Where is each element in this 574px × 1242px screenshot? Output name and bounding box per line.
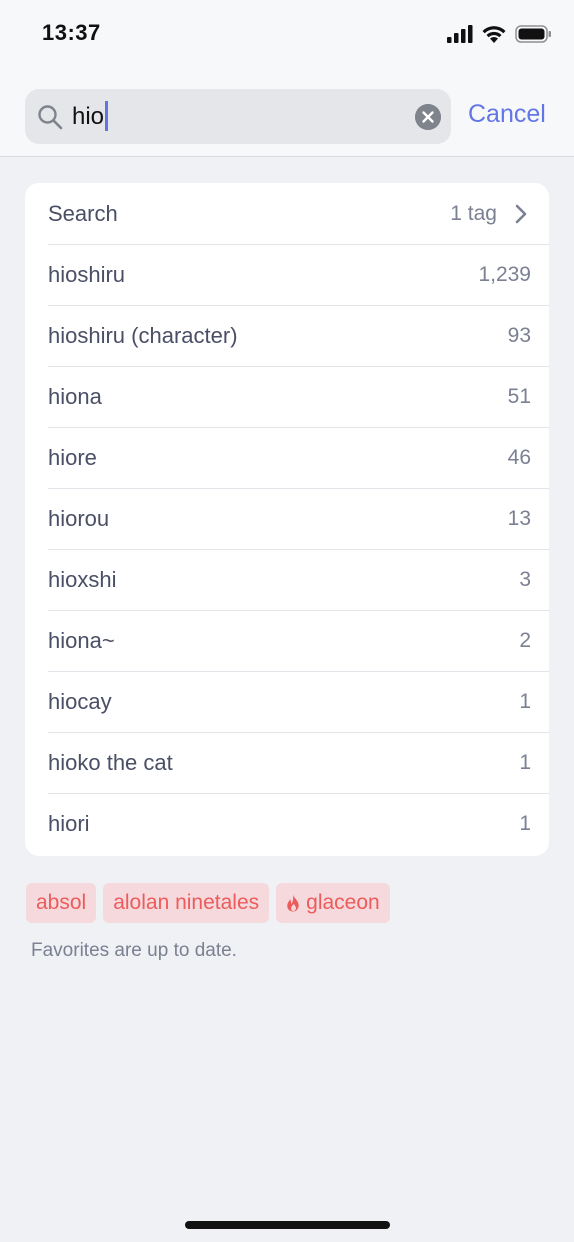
search-row-count: 1 tag [450, 201, 497, 225]
row-divider [48, 488, 549, 489]
results-list: Search 1 tag hioshiru 1,239 hioshiru (ch… [25, 183, 549, 856]
search-icon [38, 105, 63, 130]
row-divider [48, 366, 549, 367]
tag-row[interactable]: hiona 51 [25, 366, 549, 427]
tag-row[interactable]: hioshiru (character) 93 [25, 305, 549, 366]
text-caret [105, 100, 109, 131]
tag-name: hiori [48, 811, 90, 836]
chip-label: absol [36, 891, 87, 914]
chip-label: alolan ninetales [113, 891, 260, 914]
tag-name: hiona [48, 384, 102, 409]
tag-count: 93 [507, 324, 531, 347]
status-bar: 13:37 [0, 0, 574, 70]
row-divider [48, 610, 549, 611]
tag-name: hioko the cat [48, 750, 173, 775]
home-indicator[interactable] [185, 1221, 390, 1229]
search-query-text: hio [72, 103, 105, 130]
search-input[interactable]: hio [72, 89, 109, 144]
tag-row[interactable]: hiona~ 2 [25, 610, 549, 671]
tag-count: 1 [519, 690, 531, 713]
search-field[interactable]: hio [25, 89, 451, 144]
favorite-tags: absol alolan ninetales glaceon [26, 883, 390, 923]
flame-icon [287, 894, 299, 912]
battery-icon [515, 24, 551, 43]
tag-count: 1,239 [478, 263, 531, 286]
status-time: 13:37 [42, 20, 101, 45]
tag-count: 46 [507, 446, 531, 469]
search-row-label: Search [48, 201, 118, 226]
search-header: hio Cancel [0, 70, 574, 157]
row-divider [48, 671, 549, 672]
tag-count: 3 [519, 568, 531, 591]
tag-count: 51 [507, 385, 531, 408]
tag-name: hiona~ [48, 628, 115, 653]
favorite-chip[interactable]: absol [26, 883, 97, 923]
tag-count: 2 [519, 629, 531, 652]
tag-count: 1 [519, 812, 531, 835]
tag-row[interactable]: hioko the cat 1 [25, 732, 549, 793]
wifi-icon [482, 26, 506, 43]
cancel-button[interactable]: Cancel [468, 100, 546, 129]
tag-row[interactable]: hioshiru 1,239 [25, 244, 549, 305]
tag-name: hiore [48, 445, 97, 470]
tag-row[interactable]: hiori 1 [25, 793, 549, 854]
search-tags-row[interactable]: Search 1 tag [25, 183, 549, 244]
chip-label: glaceon [306, 891, 380, 914]
tag-row[interactable]: hiore 46 [25, 427, 549, 488]
tag-name: hiocay [48, 689, 112, 714]
tag-name: hioshiru [48, 262, 126, 287]
tag-name: hioxshi [48, 567, 117, 592]
favorite-chip[interactable]: glaceon [276, 883, 390, 923]
favorites-status: Favorites are up to date. [31, 940, 237, 961]
row-divider [48, 427, 549, 428]
tag-row[interactable]: hiocay 1 [25, 671, 549, 732]
clear-search-icon[interactable] [415, 104, 441, 130]
tag-row[interactable]: hiorou 13 [25, 488, 549, 549]
row-divider [48, 793, 549, 794]
status-icons [447, 24, 552, 43]
tag-count: 1 [519, 751, 531, 774]
tag-name: hioshiru (character) [48, 323, 238, 348]
favorite-chip[interactable]: alolan ninetales [103, 883, 270, 923]
tag-count: 13 [507, 507, 531, 530]
tag-name: hiorou [48, 506, 110, 531]
chevron-right-icon [515, 204, 527, 223]
row-divider [48, 549, 549, 550]
cellular-signal-icon [447, 24, 473, 43]
tag-row[interactable]: hioxshi 3 [25, 549, 549, 610]
